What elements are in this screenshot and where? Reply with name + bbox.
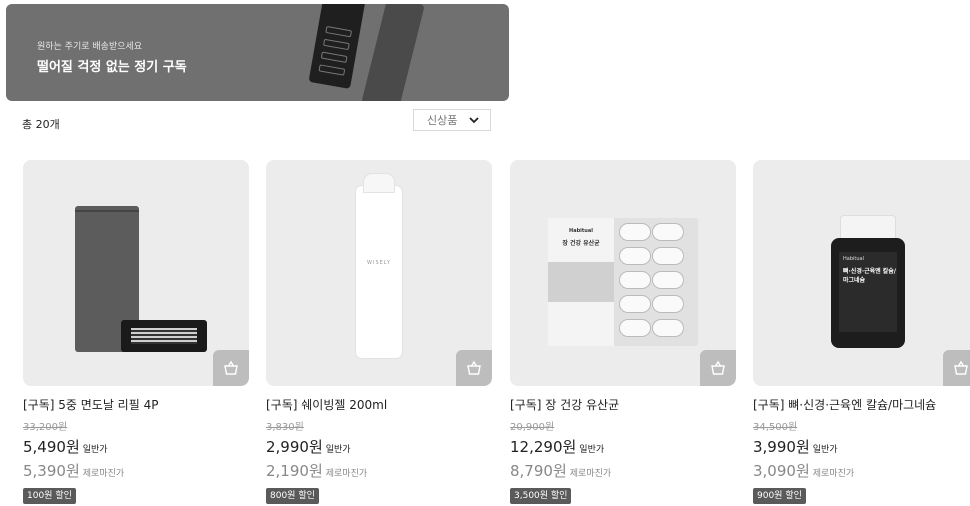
product-name[interactable]: [구독] 장 건강 유산균 (510, 396, 619, 413)
zero-margin-label: 제로마진가 (325, 469, 368, 479)
add-to-cart-button[interactable] (213, 350, 249, 386)
product-image[interactable] (23, 160, 249, 386)
price-value: 5,490원 (23, 438, 80, 456)
zero-margin-label: 제로마진가 (569, 469, 612, 479)
regular-price: 2,990원 일반가 (266, 436, 351, 457)
original-price: 34,500원 (753, 422, 798, 433)
banner-razor-image (361, 4, 425, 101)
razor-cartridge-graphic (121, 320, 207, 352)
product-name[interactable]: [구독] 뼈·신경·근육엔 칼슘/마그네슘 (753, 396, 936, 413)
package-brand: Habitual (569, 228, 593, 234)
zero-margin-price: 2,190원 제로마진가 (266, 460, 367, 481)
regular-price: 3,990원 일반가 (753, 436, 838, 457)
regular-price-label: 일반가 (579, 445, 605, 455)
zero-margin-price: 3,090원 제로마진가 (753, 460, 854, 481)
original-price: 20,900원 (510, 422, 555, 433)
discount-badge: 800원 할인 (266, 488, 319, 504)
discount-badge: 3,500원 할인 (510, 488, 572, 504)
product-card[interactable]: Habitual 장 건강 유산균 [구독] 장 건강 유산균 20,900원 … (510, 160, 736, 504)
product-card[interactable]: [구독] 5중 면도날 리필 4P 33,200원 5,490원 일반가 5,39… (23, 160, 249, 504)
price-value: 3,990원 (753, 438, 810, 456)
add-to-cart-button[interactable] (943, 350, 970, 386)
probiotic-package-graphic: Habitual 장 건강 유산균 (548, 218, 698, 346)
discount-badge: 900원 할인 (753, 488, 806, 504)
package-brand: Habitual (843, 256, 864, 262)
price-value: 5,390원 (23, 462, 80, 480)
sort-dropdown[interactable]: 신상품 (413, 109, 491, 131)
regular-price: 5,490원 일반가 (23, 436, 108, 457)
original-price: 33,200원 (23, 422, 68, 433)
package-title: 장 건강 유산균 (562, 240, 600, 247)
banner-title: 떨어질 걱정 없는 정기 구독 (37, 60, 187, 75)
product-name[interactable]: [구독] 쉐이빙젤 200ml (266, 396, 387, 413)
discount-badge: 100원 할인 (23, 488, 76, 504)
zero-margin-label: 제로마진가 (82, 469, 125, 479)
supplement-bottle-graphic: Habitual 뼈·신경·근육엔 칼슘/마그네슘 (831, 238, 905, 348)
zero-margin-price: 5,390원 제로마진가 (23, 460, 124, 481)
product-image[interactable]: Habitual 뼈·신경·근육엔 칼슘/마그네슘 (753, 160, 970, 386)
package-title: 뼈·신경·근육엔 칼슘/마그네슘 (843, 268, 896, 284)
zero-margin-label: 제로마진가 (812, 469, 855, 479)
chevron-down-icon (469, 117, 479, 124)
product-name[interactable]: [구독] 5중 면도날 리필 4P (23, 396, 158, 413)
shopping-bag-icon (224, 360, 238, 375)
sort-selected-label: 신상품 (427, 114, 458, 127)
price-value: 2,190원 (266, 462, 323, 480)
regular-price-label: 일반가 (325, 445, 351, 455)
zero-margin-price: 8,790원 제로마진가 (510, 460, 611, 481)
shaving-gel-can-graphic: WISELY (356, 174, 402, 358)
regular-price-label: 일반가 (812, 445, 838, 455)
shopping-bag-icon (467, 360, 481, 375)
regular-price-label: 일반가 (82, 445, 108, 455)
price-value: 8,790원 (510, 462, 567, 480)
banner-subtitle: 원하는 주기로 배송받으세요 (37, 42, 143, 52)
original-price: 3,830원 (266, 422, 304, 433)
package-brand: WISELY (367, 260, 391, 266)
product-image[interactable]: Habitual 장 건강 유산균 (510, 160, 736, 386)
add-to-cart-button[interactable] (700, 350, 736, 386)
product-card[interactable]: WISELY [구독] 쉐이빙젤 200ml 3,830원 2,990원 일반가 … (266, 160, 492, 504)
product-card[interactable]: Habitual 뼈·신경·근육엔 칼슘/마그네슘 [구독] 뼈·신경·근육엔 … (753, 160, 970, 506)
product-image[interactable]: WISELY (266, 160, 492, 386)
subscription-banner[interactable]: 원하는 주기로 배송받으세요 떨어질 걱정 없는 정기 구독 (6, 4, 509, 101)
price-value: 12,290원 (510, 438, 577, 456)
price-value: 3,090원 (753, 462, 810, 480)
total-count: 총 20개 (22, 118, 60, 131)
add-to-cart-button[interactable] (456, 350, 492, 386)
regular-price: 12,290원 일반가 (510, 436, 604, 457)
banner-razor-case-image (308, 4, 366, 89)
shopping-bag-icon (954, 360, 968, 375)
price-value: 2,990원 (266, 438, 323, 456)
shopping-bag-icon (711, 360, 725, 375)
